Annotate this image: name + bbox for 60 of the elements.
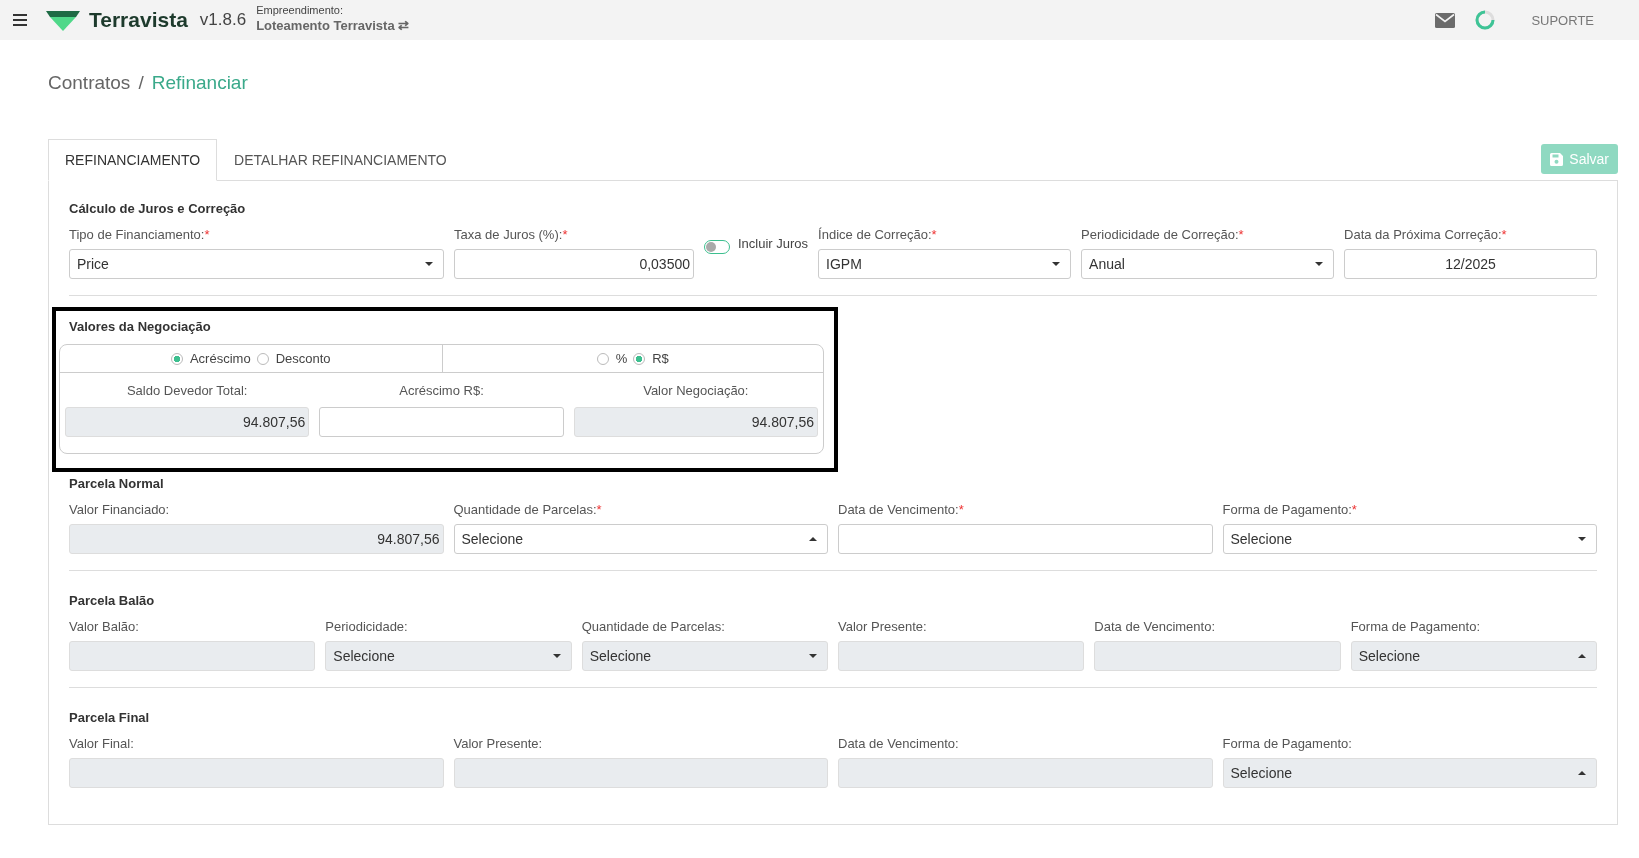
tab[interactable]: REFINANCIAMENTO	[48, 139, 218, 181]
select-field[interactable]: Price	[69, 249, 444, 279]
field-label: Valor Final:	[69, 736, 135, 752]
section-title: Cálculo de Juros e Correção	[69, 200, 247, 218]
field-label: Data da Próxima Correção:*	[1344, 227, 1508, 243]
menu-icon[interactable]	[13, 14, 27, 26]
breadcrumb-separator: /	[138, 72, 144, 94]
field-label: Tipo de Financiamento:*	[69, 227, 211, 243]
date-field[interactable]	[838, 524, 1213, 554]
toggle-label: Incluir Juros	[738, 236, 809, 251]
section-title: Valores da Negociação	[68, 318, 212, 336]
date-field[interactable]: 12/2025	[1344, 249, 1597, 279]
section-title: Parcela Normal	[69, 475, 165, 493]
version-label: v1.8.6	[199, 10, 247, 30]
number-field[interactable]	[319, 407, 564, 437]
loading-icon	[1475, 10, 1496, 30]
select-field[interactable]: Selecione	[453, 524, 828, 554]
field-label: Valor Financiado:	[69, 502, 171, 518]
field-label: Periodicidade:	[325, 619, 409, 635]
field-label: Data de Vencimento:*	[838, 502, 965, 518]
radio-button[interactable]	[596, 352, 609, 365]
radio-option[interactable]: R$	[633, 351, 669, 366]
field-label: Forma de Pagamento:	[1222, 736, 1353, 752]
field-label: Quantidade de Parcelas:*	[453, 502, 603, 518]
field-label: Valor Negociação:	[642, 383, 750, 398]
select-field[interactable]: Selecione	[1222, 524, 1597, 554]
select-field[interactable]: Anual	[1081, 249, 1335, 279]
section-title: Parcela Balão	[69, 592, 156, 610]
floppy-icon	[1550, 152, 1564, 166]
field-label: Periodicidade de Correção:*	[1081, 227, 1245, 243]
field-label: Forma de Pagamento:*	[1222, 502, 1358, 518]
field-label: Taxa de Juros (%):*	[454, 227, 569, 243]
field-label: Saldo Devedor Total:	[125, 383, 249, 398]
radio-option[interactable]: %	[596, 351, 628, 366]
mail-icon[interactable]	[1435, 12, 1456, 28]
field-label: Data de Vencimento:	[838, 736, 960, 752]
radio-button[interactable]	[256, 352, 269, 365]
field-label: Valor Presente:	[838, 619, 928, 635]
breadcrumb-link[interactable]: Contratos	[48, 72, 131, 94]
field-label: Valor Balão:	[69, 619, 140, 635]
field-label: Data de Vencimento:	[1094, 619, 1217, 635]
project-caption: Empreendimento:	[256, 3, 344, 18]
radio-option[interactable]: Acréscimo	[170, 351, 251, 366]
toggle-switch[interactable]	[704, 240, 730, 254]
radio-option[interactable]: Desconto	[256, 351, 331, 366]
field-label: Índice de Correção:*	[818, 227, 938, 243]
field-label: Quantidade de Parcelas:	[581, 619, 726, 635]
brand-name: Terravista	[89, 8, 188, 32]
field-label: Forma de Pagamento:	[1350, 619, 1481, 635]
support-link[interactable]: SUPORTE	[1531, 12, 1594, 28]
logo-icon	[43, 9, 83, 31]
number-field[interactable]: 0,03500	[454, 249, 694, 279]
field-label: Valor Presente:	[453, 736, 544, 752]
section-title: Parcela Final	[69, 709, 151, 727]
radio-button[interactable]	[170, 352, 183, 365]
project-selector[interactable]: Loteamento Terravista ⇄	[256, 18, 410, 34]
field-label: Acréscimo R$:	[398, 383, 485, 398]
select-field[interactable]: IGPM	[818, 249, 1072, 279]
tab[interactable]: DETALHAR REFINANCIAMENTO	[217, 139, 464, 181]
radio-button[interactable]	[633, 352, 646, 365]
